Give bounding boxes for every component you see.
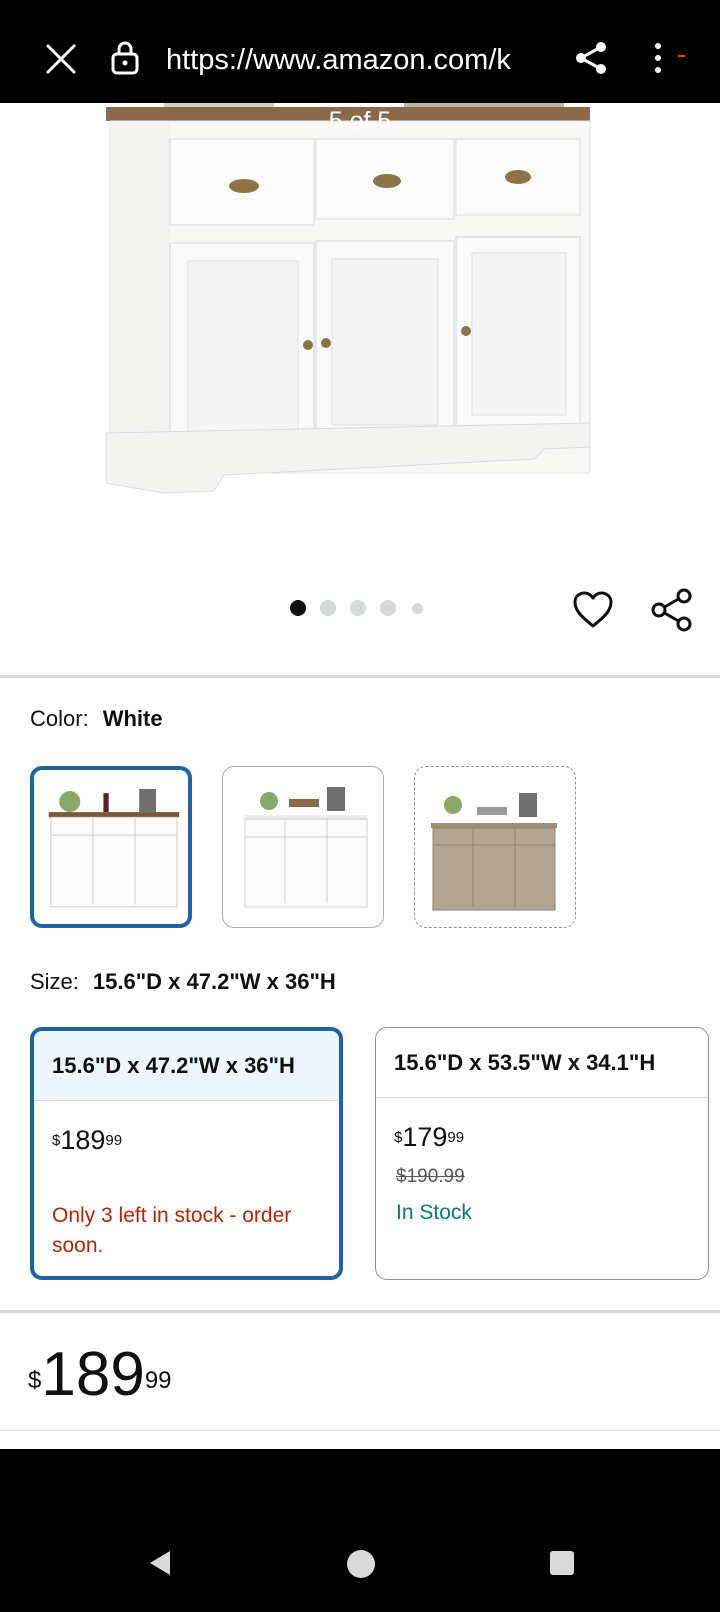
lock-icon[interactable] [110,40,140,76]
color-swatch-greige[interactable] [414,766,576,928]
size-label: Size: [30,969,79,994]
section-divider [0,1430,720,1431]
system-navigation-bar [0,1449,720,1612]
list-price: $190.99 [396,1166,465,1187]
availability-text: Only 3 left in stock - order soon. [52,1204,292,1257]
image-counter: 5 of 5 [328,107,392,135]
size-option-title: 15.6"D x 53.5"W x 34.1"H [376,1028,708,1098]
color-swatch-white[interactable] [222,766,384,928]
home-icon[interactable] [346,1549,376,1579]
product-image [105,103,591,494]
pagination-dot[interactable] [380,600,396,616]
color-label: Color: [30,706,89,731]
section-divider [0,675,720,678]
heart-icon[interactable] [572,590,614,630]
section-divider [0,1310,720,1313]
size-option-card[interactable]: 15.6"D x 47.2"W x 36"H $18999 Only 3 lef… [30,1027,343,1280]
browser-toolbar: https://www.amazon.com/k [0,0,720,103]
size-option-card[interactable]: 15.6"D x 53.5"W x 34.1"H $17999 $190.99 … [375,1027,709,1280]
color-label-row: Color: White [30,705,163,733]
pagination-dot[interactable] [320,600,336,616]
pagination-dot[interactable] [290,600,306,616]
recent-apps-icon[interactable] [548,1549,576,1577]
selected-size-value: 15.6"D x 47.2"W x 36"H [92,969,336,994]
selected-color-value: White [102,706,163,731]
product-price: $18999 [28,1340,172,1409]
size-option-price: $18999 [52,1125,123,1155]
size-option-price: $17999 [394,1122,465,1152]
pagination-dot[interactable] [412,603,423,614]
share-icon[interactable] [650,588,694,632]
size-label-row: Size: 15.6"D x 47.2"W x 36"H [30,968,336,996]
share-icon[interactable] [574,40,608,76]
size-option-title: 15.6"D x 47.2"W x 36"H [34,1031,339,1101]
close-tab-icon[interactable] [44,42,78,76]
pagination-dot[interactable] [350,600,366,616]
availability-text: In Stock [396,1201,472,1224]
color-swatch-white-brown-top[interactable] [30,766,192,928]
more-options-icon[interactable] [648,40,688,76]
address-bar-url[interactable]: https://www.amazon.com/k [166,42,546,78]
back-icon[interactable] [146,1549,174,1577]
